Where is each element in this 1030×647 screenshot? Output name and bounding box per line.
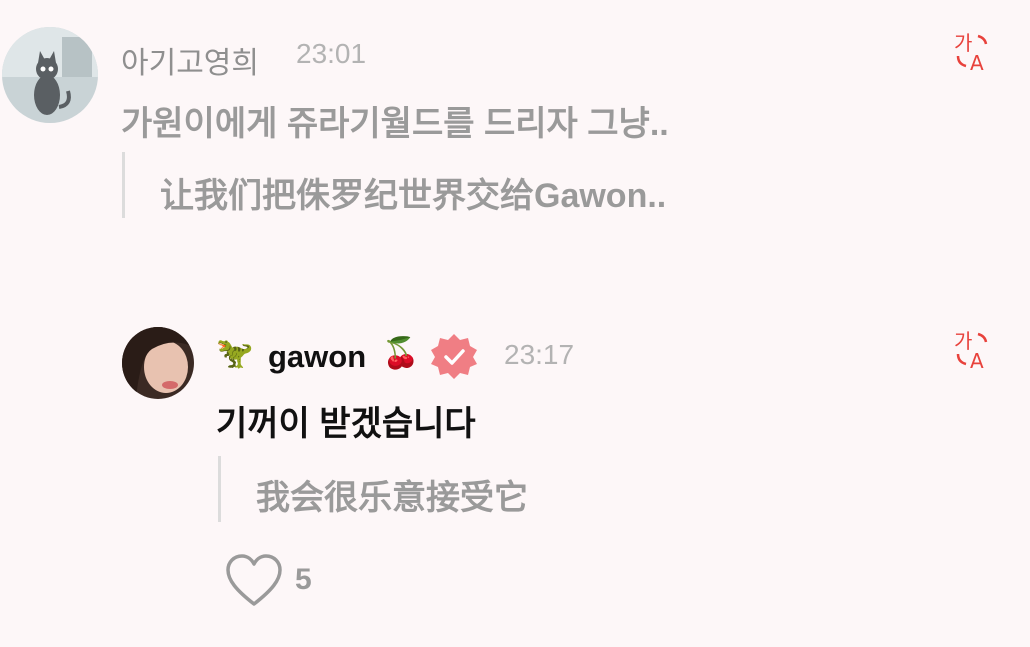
reply-text: 기꺼이 받겠습니다	[216, 405, 476, 443]
commenter-name[interactable]: 아기고영희	[121, 38, 259, 82]
verified-badge-icon	[430, 332, 478, 380]
svg-text:A: A	[970, 51, 984, 74]
reply-timestamp: 23:17	[504, 339, 575, 370]
comment-text: 가원이에게 쥬라기월드를 드리자 그냥..	[121, 105, 669, 143]
reply-translation-divider	[218, 456, 221, 522]
reply-author-avatar[interactable]	[122, 327, 194, 399]
commenter-avatar[interactable]	[2, 27, 98, 123]
heart-icon	[226, 554, 282, 606]
reply-translation: 我会很乐意接受它	[256, 479, 528, 517]
comment-timestamp: 23:01	[296, 38, 367, 69]
svg-text:A: A	[970, 349, 984, 372]
reply-author-suffix-emoji: 🍒	[382, 337, 420, 370]
translation-divider	[122, 152, 125, 218]
like-button[interactable]	[224, 552, 284, 610]
reply-author-prefix-emoji: 🦖	[216, 337, 254, 370]
reply-translate-button[interactable]: 가 A	[950, 328, 994, 373]
like-count: 5	[295, 563, 312, 596]
comment-translation: 让我们把侏罗纪世界交给Gawon..	[160, 177, 667, 215]
reply-author-name[interactable]: gawon	[268, 339, 366, 375]
translate-icon: 가 A	[954, 31, 988, 75]
translate-button[interactable]: 가 A	[950, 30, 994, 75]
translate-icon: 가 A	[954, 329, 988, 373]
